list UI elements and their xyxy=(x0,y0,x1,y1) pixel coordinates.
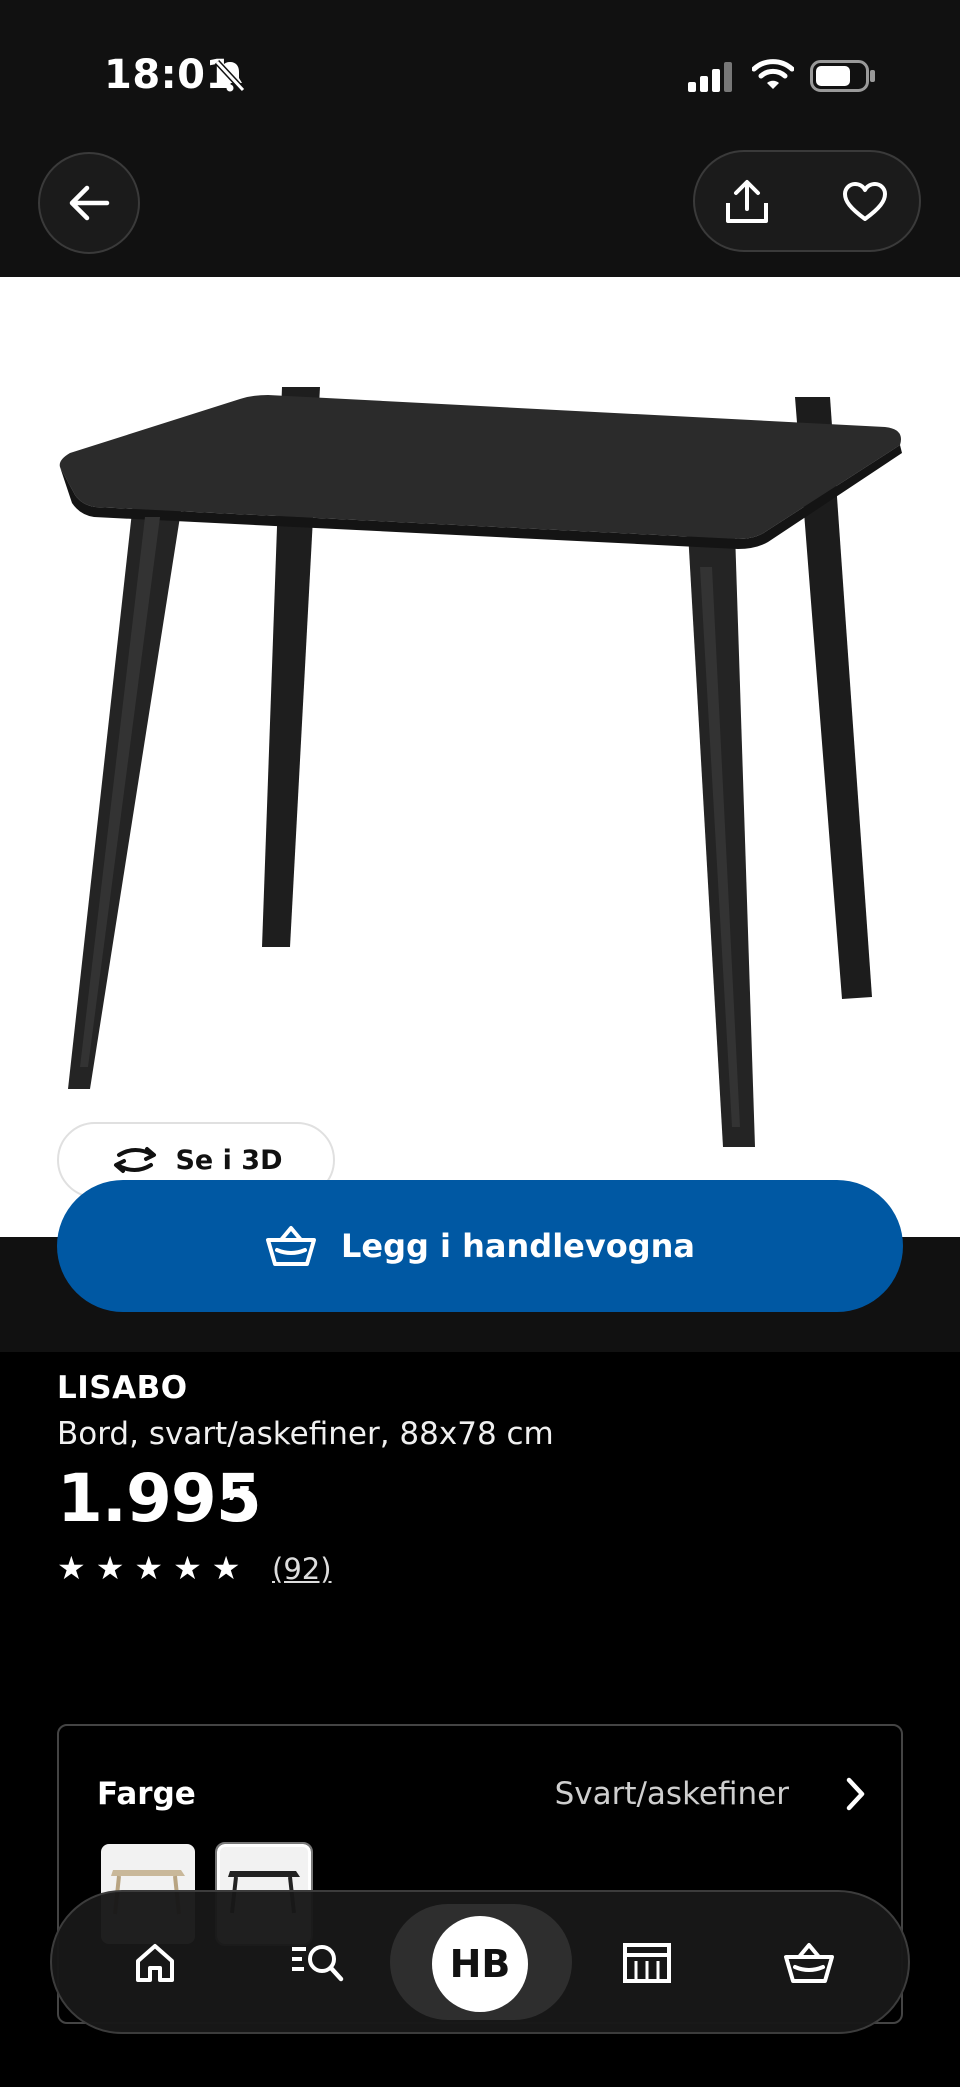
battery-icon xyxy=(810,60,875,92)
silent-bell-icon xyxy=(214,59,246,93)
nav-search[interactable] xyxy=(282,1928,352,1998)
nav-cart[interactable] xyxy=(774,1928,844,1998)
store-icon xyxy=(623,1943,671,1983)
star-icon: ★ xyxy=(57,1549,86,1587)
rating-stars[interactable]: ★ ★ ★ ★ ★ xyxy=(57,1552,240,1584)
cart-icon xyxy=(784,1943,834,1983)
nav-home[interactable] xyxy=(120,1928,190,1998)
share-button[interactable] xyxy=(715,170,779,234)
add-to-cart-button[interactable]: Legg i handlevogna xyxy=(57,1180,903,1312)
product-name: LISABO xyxy=(57,1370,188,1406)
profile-avatar[interactable]: HB xyxy=(432,1916,528,2012)
rotate-3d-icon xyxy=(114,1147,157,1173)
bottom-nav: HB xyxy=(50,1890,910,2034)
star-icon: ★ xyxy=(173,1549,202,1587)
chevron-right-icon xyxy=(846,1777,865,1811)
wifi-icon xyxy=(752,59,794,89)
signal-icon xyxy=(688,62,732,92)
nav-store[interactable] xyxy=(612,1928,682,1998)
star-icon: ★ xyxy=(134,1549,164,1587)
star-icon: ★ xyxy=(95,1549,125,1587)
home-icon xyxy=(136,1944,174,1982)
status-bar: 18:01 xyxy=(0,0,960,150)
table-illustration xyxy=(59,387,902,1147)
add-to-cart-label: Legg i handlevogna xyxy=(340,1227,695,1265)
heart-icon xyxy=(843,182,887,221)
back-button[interactable] xyxy=(38,152,140,254)
color-selected-value: Svart/askefiner xyxy=(554,1776,789,1812)
product-image[interactable] xyxy=(0,277,960,1237)
share-icon xyxy=(726,180,768,223)
basket-icon xyxy=(265,1226,316,1266)
product-description: Bord, svart/askefiner, 88x78 cm xyxy=(57,1416,554,1452)
action-pill xyxy=(693,150,921,252)
review-count-link[interactable]: (92) xyxy=(272,1552,332,1586)
favorite-button[interactable] xyxy=(833,170,897,234)
view-3d-label: Se i 3D xyxy=(175,1144,283,1176)
search-icon xyxy=(292,1945,344,1982)
star-icon: ★ xyxy=(211,1549,241,1587)
arrow-left-icon xyxy=(69,185,110,221)
color-label: Farge xyxy=(97,1776,196,1812)
price-suffix: ,- xyxy=(228,1470,251,1503)
